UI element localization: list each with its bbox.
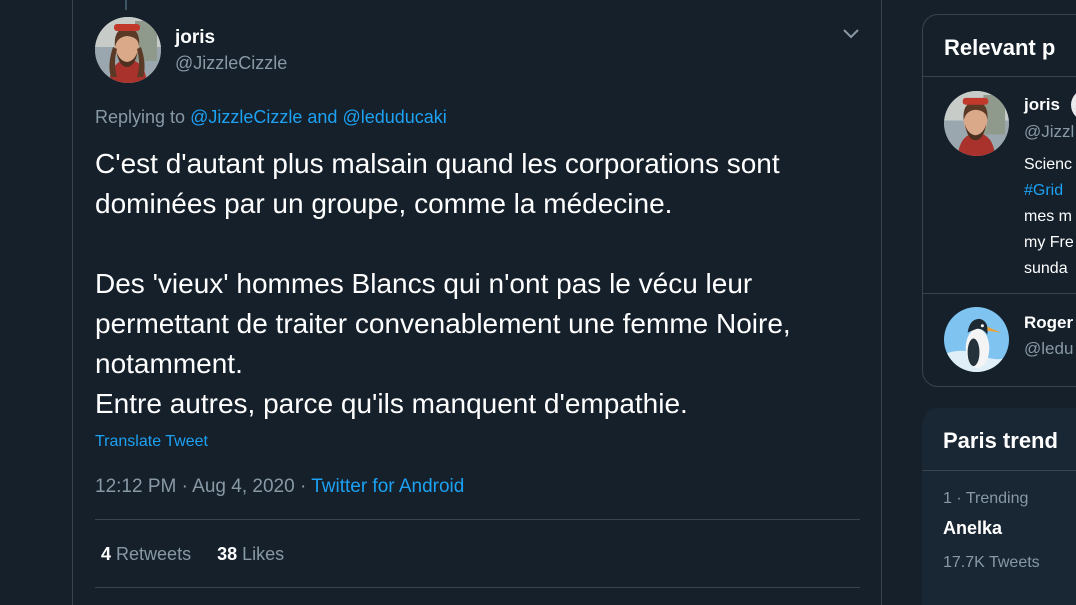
- retweets-label: Retweets: [116, 544, 192, 564]
- tweet-date[interactable]: Aug 4, 2020: [192, 476, 294, 497]
- twitter-page: joris @JizzleCizzle Replying to @JizzleC…: [0, 0, 1076, 605]
- bio-line: mes m: [1024, 208, 1072, 225]
- translate-tweet-link[interactable]: Translate Tweet: [95, 433, 208, 451]
- chevron-down-icon[interactable]: [839, 22, 863, 46]
- tweet-detail: joris @JizzleCizzle Replying to @JizzleC…: [72, 0, 882, 605]
- author-handle[interactable]: @JizzleCizzle: [175, 53, 287, 74]
- divider: [923, 76, 1076, 77]
- trends-title: Paris trend: [943, 428, 1058, 453]
- author-name[interactable]: joris: [175, 27, 215, 49]
- tweet-text: C'est d'autant plus malsain quand les co…: [95, 148, 791, 419]
- person-bio: Scienc #Grid mes m my Fre sunda: [1024, 152, 1074, 282]
- person-handle[interactable]: @Jizzl: [1024, 122, 1074, 142]
- bio-hashtag-link[interactable]: #Grid: [1024, 182, 1063, 199]
- person-handle[interactable]: @ledu: [1024, 339, 1073, 359]
- person-avatar[interactable]: [944, 91, 1009, 156]
- meta-separator: ·: [299, 476, 307, 497]
- person-avatar[interactable]: [944, 307, 1009, 372]
- trend-label: Trending: [965, 490, 1029, 507]
- reply-mention-link[interactable]: @leduducaki: [342, 107, 446, 127]
- replying-to: Replying to @JizzleCizzle and @leduducak…: [95, 107, 447, 128]
- meta-separator: ·: [181, 476, 188, 497]
- tweet-stats: 4 Retweets 38 Likes: [101, 544, 284, 565]
- author-avatar[interactable]: [95, 17, 161, 83]
- replying-prefix: Replying to: [95, 107, 186, 127]
- retweets-stat[interactable]: 4 Retweets: [101, 544, 191, 564]
- tweet-metadata: 12:12 PM · Aug 4, 2020 · Twitter for And…: [95, 476, 464, 498]
- reply-mention-and[interactable]: and: [307, 107, 337, 127]
- divider: [95, 519, 860, 520]
- divider: [95, 587, 860, 588]
- likes-count: 38: [217, 544, 238, 564]
- divider: [922, 470, 1076, 471]
- tweet-time[interactable]: 12:12 PM: [95, 476, 176, 497]
- thread-connector: [125, 0, 127, 10]
- divider: [923, 293, 1076, 294]
- retweets-count: 4: [101, 544, 112, 564]
- reply-mention-link[interactable]: @JizzleCizzle: [190, 107, 302, 127]
- bio-line: sunda: [1024, 260, 1068, 277]
- trend-separator: ·: [956, 490, 962, 507]
- likes-stat[interactable]: 38 Likes: [217, 544, 284, 564]
- relevant-people-card: Relevant p joris @Jizzl Scienc #Grid mes…: [922, 14, 1076, 387]
- person-name[interactable]: Roger: [1024, 313, 1073, 333]
- person-name[interactable]: joris: [1024, 95, 1060, 115]
- bio-line: Scienc: [1024, 156, 1073, 173]
- likes-label: Likes: [242, 544, 285, 564]
- bio-line: my Fre: [1024, 234, 1074, 251]
- trend-rank: 1: [943, 490, 952, 507]
- trend-name-link[interactable]: Anelka: [943, 518, 1002, 539]
- trend-tweet-count: 17.7K Tweets: [943, 554, 1040, 571]
- trends-card: Paris trend 1 · Trending Anelka 17.7K Tw…: [922, 408, 1076, 605]
- relevant-people-title: Relevant p: [944, 35, 1056, 60]
- follow-button[interactable]: [1071, 89, 1076, 121]
- tweet-source-link[interactable]: Twitter for Android: [311, 476, 464, 497]
- trend-meta: 1 · Trending: [943, 490, 1028, 508]
